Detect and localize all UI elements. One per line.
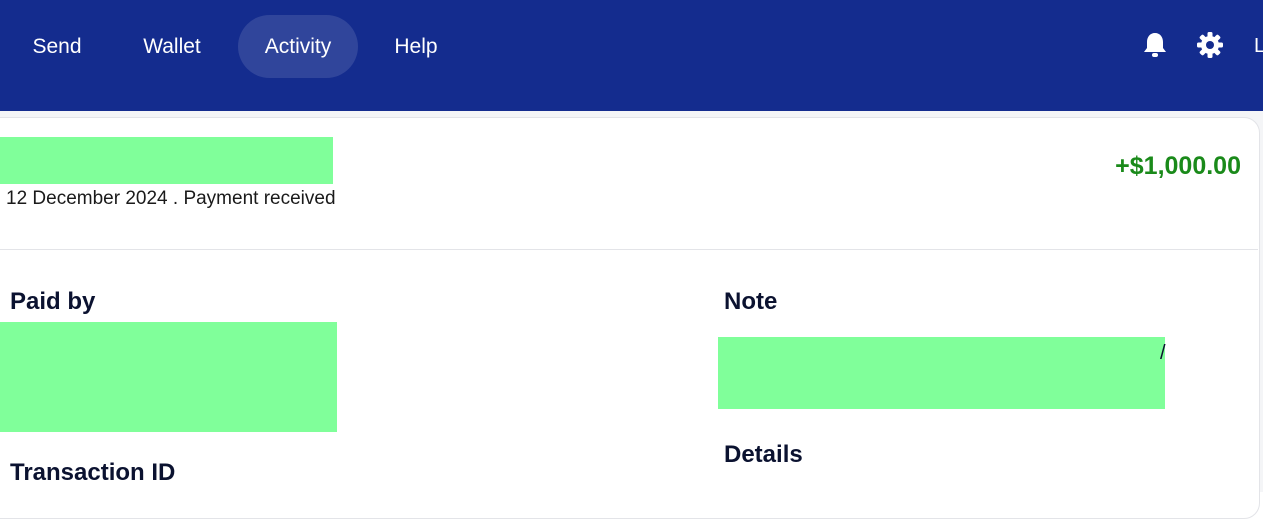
nav-send[interactable]: Send — [10, 15, 104, 78]
note-text-tail: / — [1160, 342, 1166, 364]
nav-wallet[interactable]: Wallet — [124, 15, 220, 78]
paid-by-label: Paid by — [10, 288, 96, 315]
redacted-counterparty-name — [0, 137, 333, 184]
user-menu[interactable]: L — [1254, 15, 1263, 78]
note-label: Note — [724, 288, 778, 315]
transaction-date-status: 12 December 2024 . Payment received — [6, 188, 336, 209]
redacted-note-text — [718, 337, 1165, 409]
nav-activity[interactable]: Activity — [238, 15, 358, 78]
transaction-amount: +$1,000.00 — [1115, 152, 1241, 180]
transaction-id-label: Transaction ID — [10, 459, 176, 486]
details-label: Details — [724, 441, 803, 468]
bell-icon[interactable] — [1140, 30, 1170, 60]
gear-icon[interactable] — [1195, 30, 1225, 60]
top-navigation-bar: Send Wallet Activity Help L — [0, 0, 1263, 111]
nav-help[interactable]: Help — [372, 15, 460, 78]
redacted-payer-info — [0, 322, 337, 432]
divider — [0, 249, 1258, 250]
